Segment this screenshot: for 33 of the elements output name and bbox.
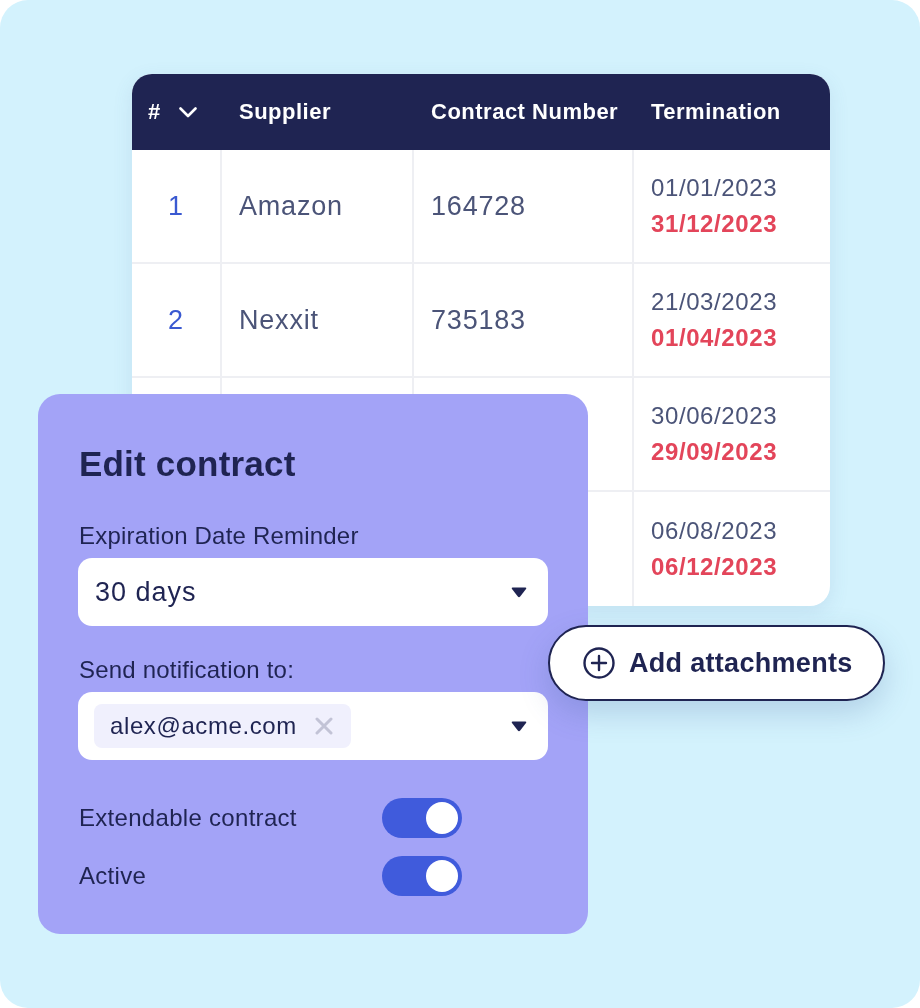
field-label: Expiration Date Reminder: [79, 522, 359, 550]
toggle-label: Active: [79, 862, 147, 890]
termination-date: 06/12/2023: [651, 552, 778, 582]
chevron-down-icon[interactable]: [178, 106, 197, 118]
caret-down-icon[interactable]: [511, 586, 527, 598]
toggle-switch[interactable]: [382, 798, 462, 838]
supplier-name: Amazon: [239, 190, 343, 222]
start-date: 06/08/2023: [651, 516, 778, 546]
row-number: 1: [168, 190, 184, 222]
dropdown-field[interactable]: 30 days: [78, 558, 548, 626]
start-date: 21/03/2023: [651, 287, 778, 317]
termination-date: 01/04/2023: [651, 323, 778, 353]
contract-number: 164728: [431, 190, 526, 222]
contract-number: 735183: [431, 304, 526, 336]
start-date: 01/01/2023: [651, 173, 778, 203]
column-header: Supplier: [239, 99, 331, 125]
add-attachments-button[interactable]: Add attachments: [548, 625, 885, 701]
toggle-label: Extendable contract: [79, 804, 297, 832]
termination-date: 29/09/2023: [651, 437, 778, 467]
email-tag[interactable]: alex@acme.com: [94, 704, 351, 748]
row-number: 2: [168, 304, 184, 336]
plus-circle-icon: [583, 647, 615, 679]
field-label: Send notification to:: [79, 656, 294, 684]
recipient-field[interactable]: alex@acme.com: [78, 692, 548, 760]
toggle-switch[interactable]: [382, 856, 462, 896]
start-date: 30/06/2023: [651, 401, 778, 431]
supplier-name: Nexxit: [239, 304, 319, 336]
column-header: Contract Number: [431, 99, 619, 125]
panel-title: Edit contract: [79, 444, 296, 484]
column-header: #: [148, 99, 161, 125]
termination-date: 31/12/2023: [651, 209, 778, 239]
column-header: Termination: [651, 99, 781, 125]
caret-down-icon[interactable]: [511, 720, 527, 732]
